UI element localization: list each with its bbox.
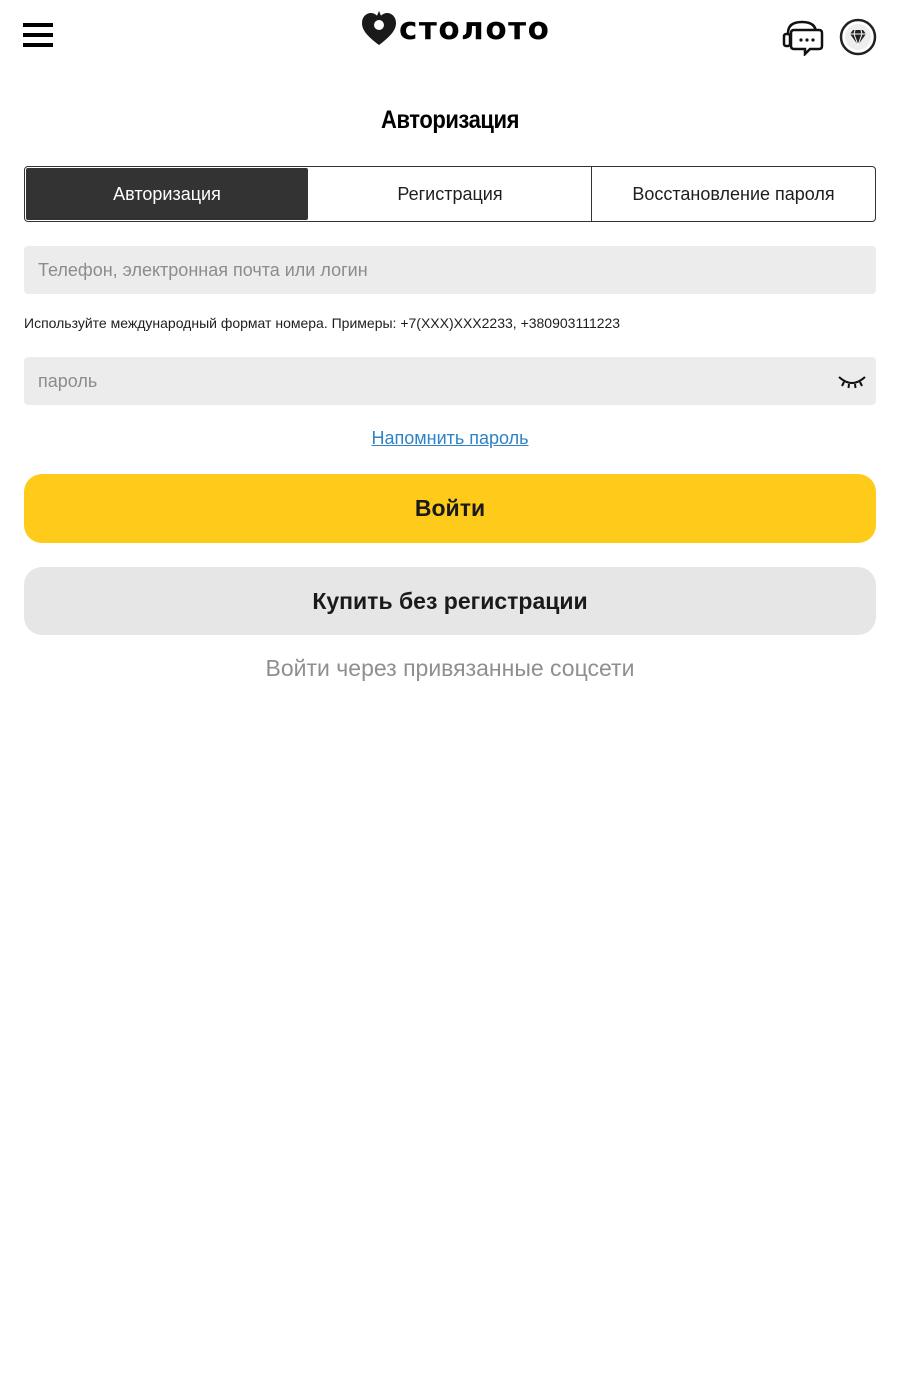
diamond-icon <box>839 18 877 56</box>
login-field-container <box>24 246 876 294</box>
login-input[interactable] <box>24 246 876 294</box>
header: столото <box>0 0 900 72</box>
login-button[interactable]: Войти <box>24 474 876 543</box>
remind-password-link[interactable]: Напомнить пароль <box>371 428 528 448</box>
remind-password-wrapper: Напомнить пароль <box>0 428 900 449</box>
logo-text: столото <box>399 11 551 47</box>
password-field-container <box>24 357 876 405</box>
password-hidden-eye-icon[interactable] <box>836 369 868 393</box>
tab-password-recovery[interactable]: Восстановление пароля <box>592 167 875 221</box>
chat-bubble-icon <box>782 20 824 58</box>
password-input[interactable] <box>24 357 876 405</box>
phone-format-hint: Используйте международный формат номера.… <box>24 315 621 331</box>
chat-support-icon[interactable] <box>782 18 824 58</box>
logo-heart-icon <box>362 11 396 45</box>
burger-line <box>23 23 53 27</box>
hamburger-menu-icon[interactable] <box>23 23 53 47</box>
tab-authorization[interactable]: Авторизация <box>25 167 309 221</box>
logo[interactable]: столото <box>361 9 550 49</box>
burger-line <box>23 43 53 47</box>
burger-line <box>23 33 53 37</box>
social-login-text: Войти через привязанные соцсети <box>265 655 635 681</box>
diamond-bonus-icon[interactable] <box>839 18 877 56</box>
tab-registration[interactable]: Регистрация <box>309 167 592 221</box>
auth-tabs: Авторизация Регистрация Восстановление п… <box>24 166 876 222</box>
page-title: Авторизация <box>381 106 519 134</box>
buy-without-registration-button[interactable]: Купить без регистрации <box>24 567 876 635</box>
